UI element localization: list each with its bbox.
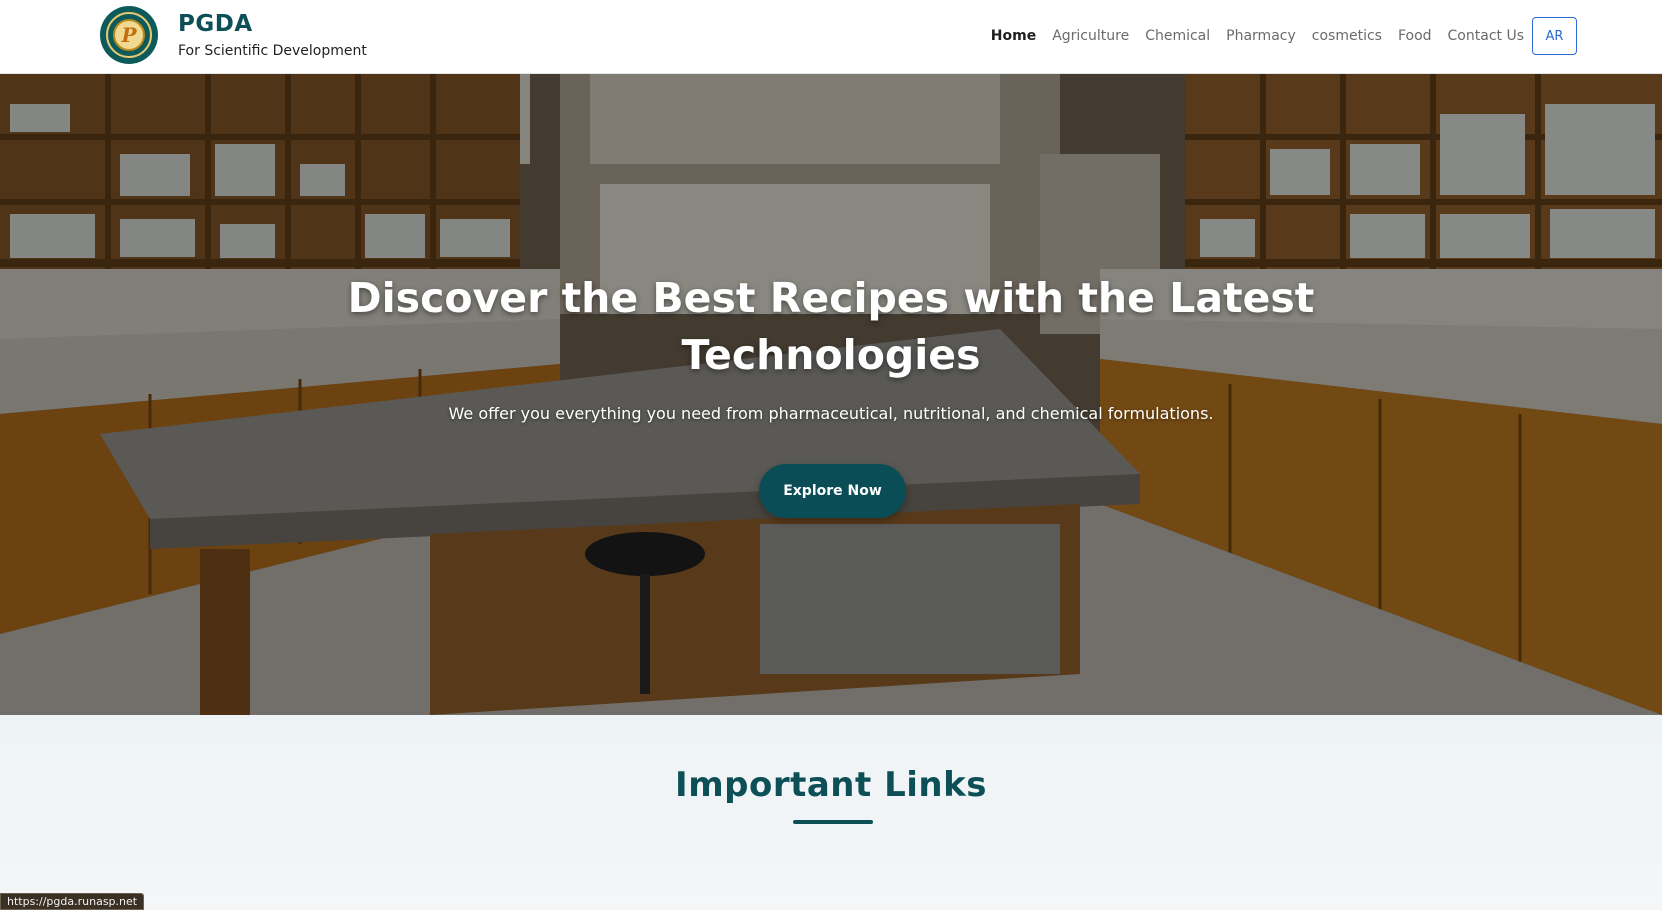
brand-title: PGDA	[178, 11, 253, 37]
section-title: Important Links	[675, 765, 987, 805]
site-header: P PGDA For Scientific Development Home A…	[0, 0, 1662, 74]
hero-subtitle: We offer you everything you need from ph…	[448, 404, 1214, 423]
hero-section: Discover the Best Recipes with the Lates…	[0, 74, 1662, 715]
language-toggle-button[interactable]: AR	[1532, 17, 1577, 55]
important-links-section: Important Links	[0, 715, 1662, 910]
logo-core: P	[113, 19, 145, 51]
status-bar-url: https://pgda.runasp.net	[0, 893, 145, 910]
hero-title: Discover the Best Recipes with the Lates…	[347, 274, 1315, 379]
nav-item-cosmetics[interactable]: cosmetics	[1304, 21, 1390, 51]
hero-overlay	[0, 74, 1662, 715]
nav-item-contact-us[interactable]: Contact Us	[1440, 21, 1532, 51]
nav-item-chemical[interactable]: Chemical	[1137, 21, 1218, 51]
brand-link[interactable]: P PGDA For Scientific Development	[100, 6, 367, 64]
nav-item-home[interactable]: Home	[983, 21, 1044, 51]
explore-now-button[interactable]: Explore Now	[759, 464, 906, 518]
logo-letter: P	[121, 23, 137, 47]
title-underline	[793, 820, 873, 824]
nav-item-agriculture[interactable]: Agriculture	[1044, 21, 1137, 51]
nav-item-pharmacy[interactable]: Pharmacy	[1218, 21, 1304, 51]
main-nav: Home Agriculture Chemical Pharmacy cosme…	[983, 17, 1577, 55]
nav-item-food[interactable]: Food	[1390, 21, 1440, 51]
brand-text: PGDA For Scientific Development	[178, 10, 367, 59]
pgda-logo-icon: P	[100, 6, 158, 64]
brand-subtitle: For Scientific Development	[178, 43, 367, 59]
